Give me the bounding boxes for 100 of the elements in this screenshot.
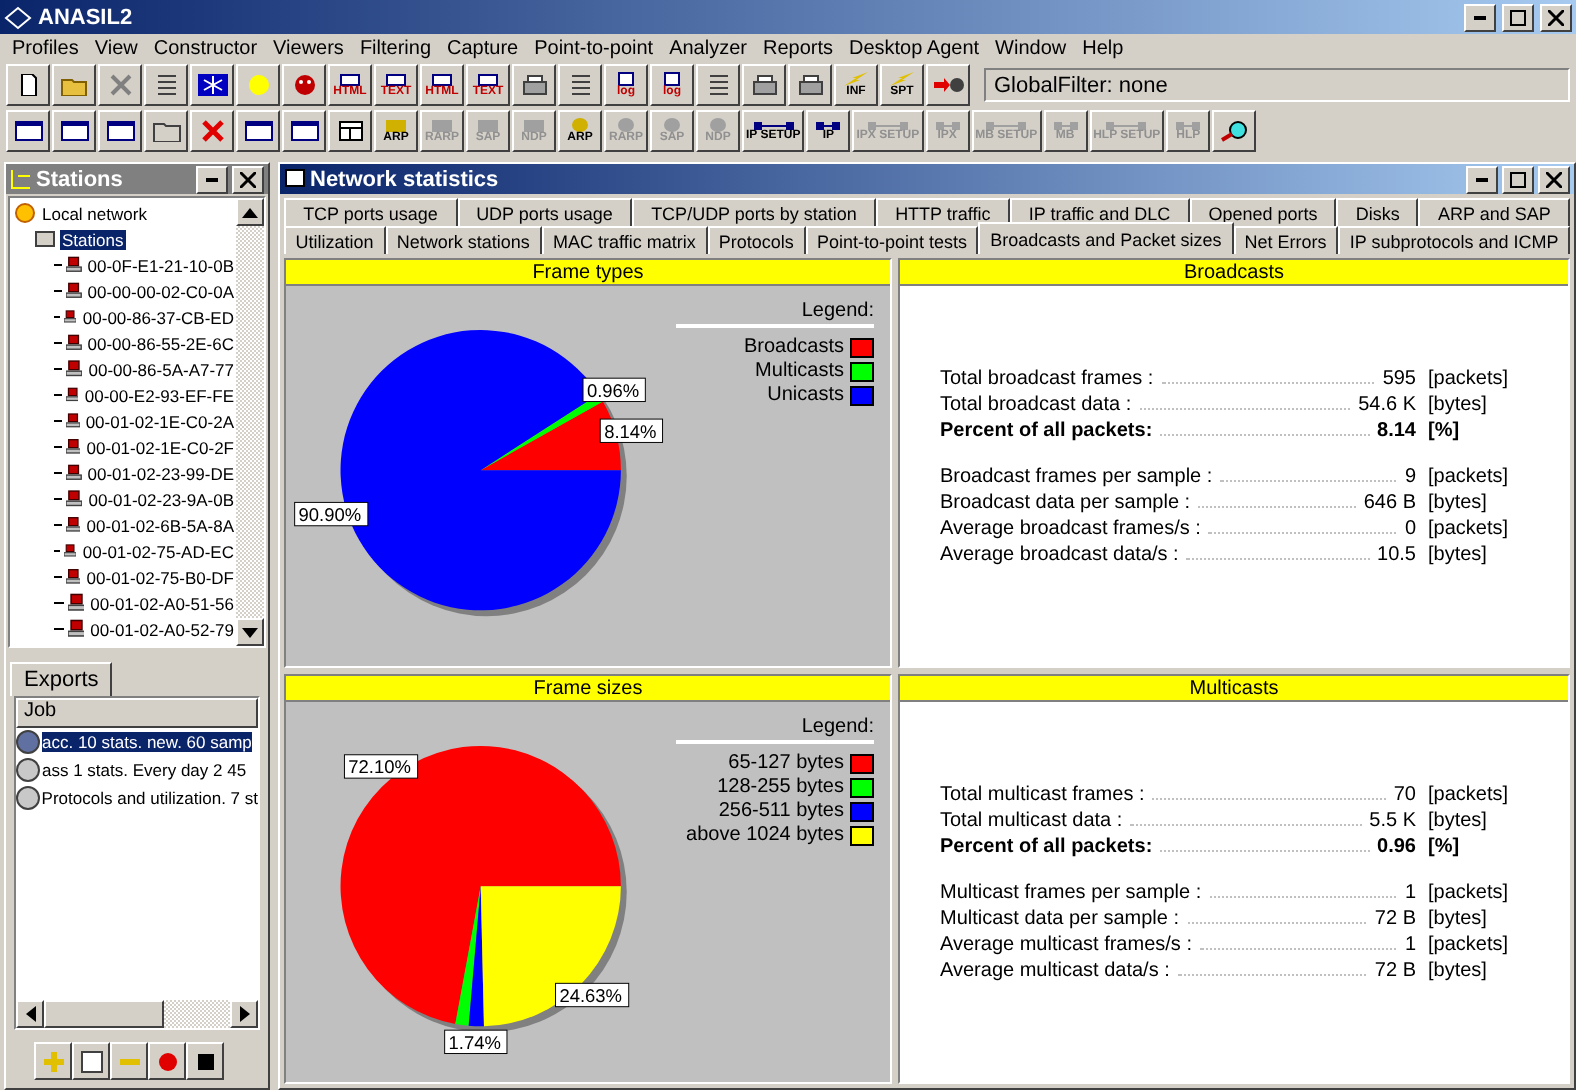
maximize-button[interactable] [1502, 165, 1534, 193]
menu-item[interactable]: Constructor [145, 37, 266, 59]
tab[interactable]: TCP/UDP ports by station [632, 198, 876, 226]
properties-button[interactable] [72, 1042, 110, 1080]
toolbar-button[interactable] [926, 64, 970, 106]
job-item[interactable]: Protocols and utilization. 7 st [41, 788, 258, 808]
tree-item[interactable]: 00-00-86-37-CB-ED [80, 307, 236, 327]
arrow-icon [242, 205, 258, 219]
stat-value: 10.5 [1377, 541, 1416, 567]
scrollbar[interactable] [236, 198, 264, 646]
tree-line-icon [54, 575, 62, 579]
stop-button[interactable] [186, 1042, 224, 1080]
panel-header: Multicasts [900, 676, 1568, 702]
menu-item[interactable]: Viewers [265, 37, 352, 59]
stat-unit: [bytes] [1426, 489, 1489, 515]
minimize-button[interactable] [1464, 3, 1496, 31]
tree-item[interactable]: 00-01-02-1E-C0-2F [84, 437, 236, 457]
tree-item[interactable]: 00-01-02-75-AD-EC [80, 541, 236, 561]
toolbar-button[interactable] [52, 64, 96, 106]
menu-item[interactable]: Analyzer [661, 37, 755, 59]
tree-item[interactable]: 00-00-86-5A-A7-77 [86, 359, 236, 379]
tab[interactable]: Protocols [707, 226, 806, 254]
tab[interactable]: IP subprotocols and ICMP [1338, 226, 1571, 254]
menu-item[interactable]: Profiles [4, 37, 87, 59]
toolbar-button[interactable] [512, 64, 556, 106]
scrollbar[interactable] [16, 1000, 258, 1028]
toolbar-button[interactable] [144, 64, 188, 106]
tree-item[interactable]: 00-01-02-A0-51-56 [88, 593, 236, 613]
global-filter-field[interactable]: GlobalFilter: none [984, 68, 1570, 102]
menu-item[interactable]: View [86, 37, 146, 59]
toolbar-button[interactable] [52, 110, 96, 152]
toolbar-button[interactable] [696, 64, 740, 106]
toolbar-button[interactable] [144, 110, 188, 152]
tab[interactable]: Disks [1336, 198, 1419, 226]
computer-icon [66, 358, 83, 380]
tree-item[interactable]: 00-01-02-23-99-DE [85, 463, 236, 483]
tab[interactable]: UDP ports usage [457, 198, 632, 226]
toolbar-button[interactable] [190, 110, 234, 152]
record-button[interactable] [148, 1042, 186, 1080]
arrow-icon [242, 625, 258, 639]
tree-item[interactable]: 00-01-02-A0-52-79 [88, 619, 236, 639]
tree-item[interactable]: Local network [40, 203, 149, 223]
toolbar-button[interactable] [1212, 110, 1257, 152]
job-item[interactable]: acc. 10 stats. new. 60 samp [42, 732, 252, 752]
toolbar-button[interactable] [98, 110, 142, 152]
close-button[interactable] [1540, 3, 1572, 31]
toolbar-button[interactable] [6, 64, 50, 106]
tab[interactable]: Point-to-point tests [805, 226, 979, 254]
menu-item[interactable]: Help [1074, 37, 1132, 59]
tab[interactable]: MAC traffic matrix [541, 226, 708, 254]
tree-item[interactable]: Stations [60, 229, 126, 249]
tab[interactable]: Network stations [385, 226, 542, 254]
toolbar-button[interactable] [788, 64, 832, 106]
stat-value: 5.5 K [1369, 807, 1416, 833]
exports-tab[interactable]: Exports [10, 662, 113, 696]
tab[interactable]: ARP and SAP [1418, 198, 1570, 226]
job-item[interactable]: ass 1 stats. Every day 2 45 [42, 760, 247, 780]
tab[interactable]: Net Errors [1233, 226, 1339, 254]
toolbar-button[interactable] [6, 110, 50, 152]
stat-value: 8.14 [1377, 417, 1416, 443]
toolbar-button[interactable] [282, 64, 326, 106]
minimize-button[interactable] [1466, 165, 1498, 193]
folder-icon [34, 228, 56, 250]
computer-icon [67, 592, 85, 614]
menu-item[interactable]: Filtering [351, 37, 440, 59]
tree-item[interactable]: 00-01-02-6B-5A-8A [84, 515, 236, 535]
toolbar-button[interactable] [558, 64, 602, 106]
stat-label: Percent of all packets: [940, 417, 1153, 443]
toolbar-button[interactable] [236, 110, 280, 152]
maximize-button[interactable] [1502, 3, 1534, 31]
menu-item[interactable]: Desktop Agent [841, 37, 988, 59]
tree-item[interactable]: 00-00-E2-93-EF-FE [82, 385, 236, 405]
tree-item[interactable]: 00-01-02-1E-C0-2A [83, 411, 236, 431]
toolbar-button[interactable] [98, 64, 142, 106]
close-button[interactable] [232, 165, 264, 193]
menu-item[interactable]: Window [987, 37, 1075, 59]
tree-item[interactable]: 00-01-02-75-B0-DF [84, 567, 236, 587]
tree-item[interactable]: 00-01-02-23-9A-0B [86, 489, 236, 509]
toolbar-button[interactable] [236, 64, 280, 106]
menu-item[interactable]: Reports [754, 37, 841, 59]
toolbar-button[interactable] [742, 64, 786, 106]
toolbar-button[interactable] [190, 64, 234, 106]
minimize-button[interactable] [196, 165, 228, 193]
toolbar-button[interactable] [282, 110, 326, 152]
stat-value: 1 [1404, 931, 1416, 957]
bug-icon [664, 118, 680, 132]
tab[interactable]: Opened ports [1189, 198, 1337, 226]
tab[interactable]: TCP ports usage [284, 198, 457, 226]
add-button[interactable] [34, 1042, 72, 1080]
menu-item[interactable]: Point-to-point [526, 37, 662, 59]
tab[interactable]: Utilization [284, 226, 386, 254]
tab[interactable]: HTTP traffic [876, 198, 1010, 226]
toolbar-button[interactable] [328, 110, 372, 152]
close-button[interactable] [1538, 165, 1570, 193]
menu-item[interactable]: Capture [439, 37, 527, 59]
tree-item[interactable]: 00-0F-E1-21-10-0B [85, 255, 236, 275]
remove-button[interactable] [110, 1042, 148, 1080]
tree-item[interactable]: 00-00-86-55-2E-6C [85, 333, 236, 353]
tab[interactable]: Broadcasts and Packet sizes [978, 222, 1233, 254]
tree-item[interactable]: 00-00-00-02-C0-0A [85, 281, 236, 301]
